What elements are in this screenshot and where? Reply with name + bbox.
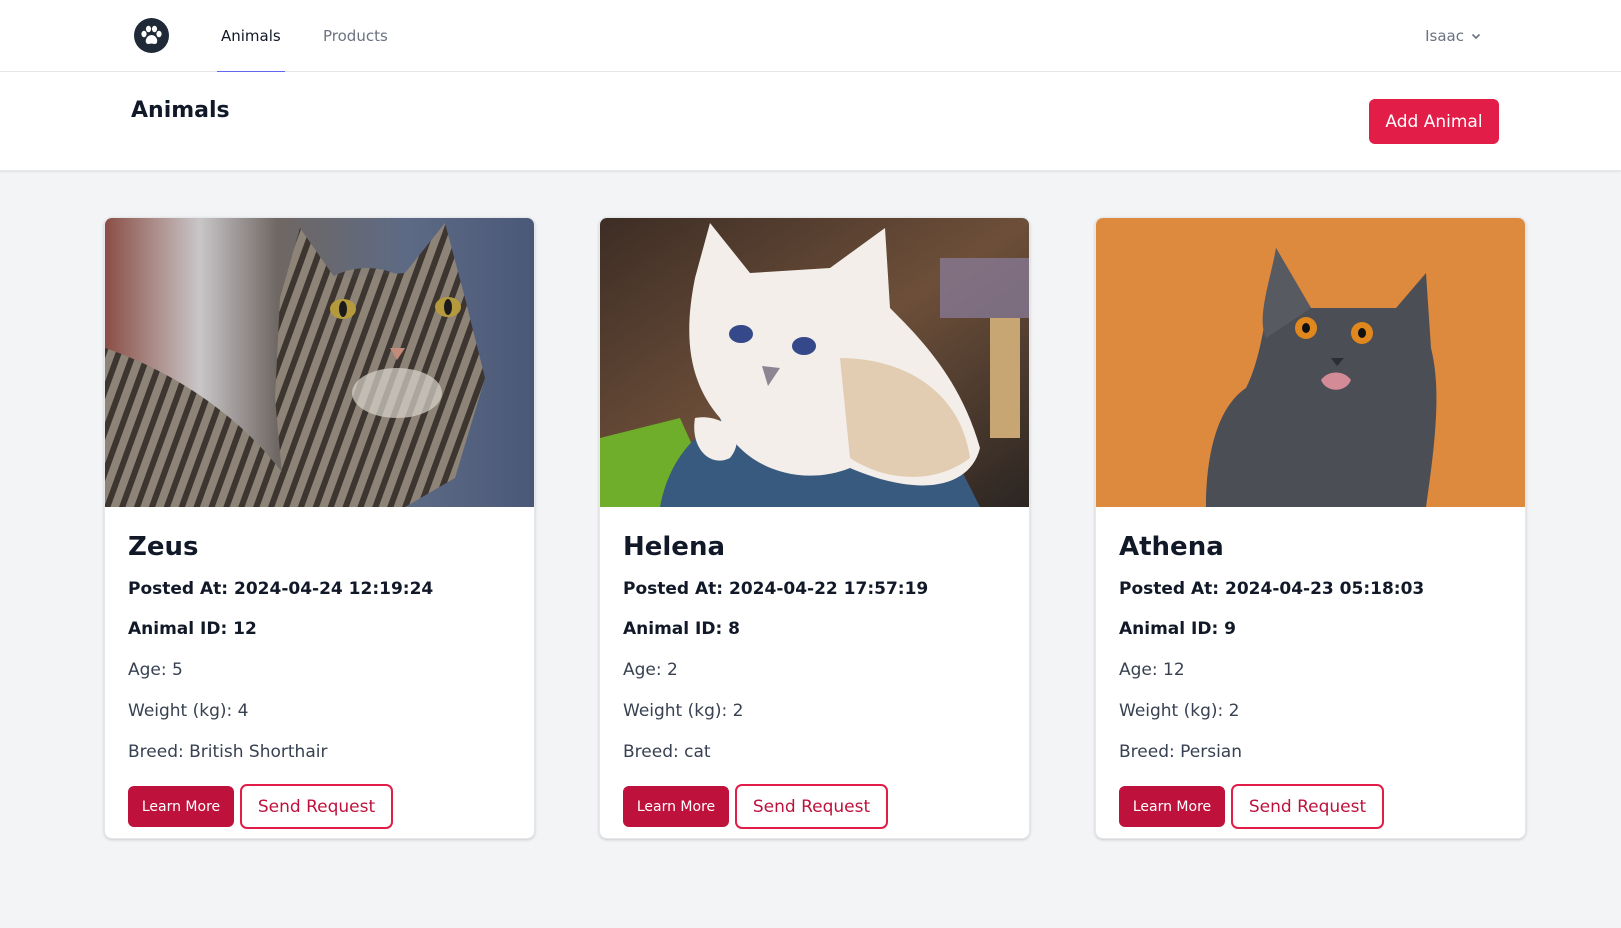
animal-photo [1096, 218, 1525, 507]
animal-weight: Weight (kg): 2 [1119, 701, 1240, 721]
animal-card: Athena Posted At: 2024-04-23 05:18:03 An… [1095, 217, 1526, 839]
learn-more-button[interactable]: Learn More [623, 786, 729, 827]
animal-age: Age: 2 [623, 660, 678, 680]
chevron-down-icon [1470, 30, 1482, 42]
animal-name: Helena [623, 532, 725, 562]
animal-id: Animal ID: 12 [128, 619, 257, 639]
page-title: Animals [131, 98, 230, 123]
user-name: Isaac [1425, 27, 1464, 45]
user-menu[interactable]: Isaac [1425, 0, 1482, 72]
animal-photo [105, 218, 534, 507]
animal-breed: Breed: cat [623, 742, 711, 762]
animal-photo [600, 218, 1029, 507]
add-animal-button[interactable]: Add Animal [1369, 99, 1499, 144]
page-header: Animals Add Animal [0, 72, 1621, 171]
animal-id: Animal ID: 9 [1119, 619, 1236, 639]
top-navbar: Animals Products Isaac [0, 0, 1621, 73]
paw-logo-icon[interactable] [134, 18, 169, 53]
animal-breed: Breed: British Shorthair [128, 742, 328, 762]
animal-weight: Weight (kg): 4 [128, 701, 249, 721]
animal-age: Age: 5 [128, 660, 183, 680]
animal-age: Age: 12 [1119, 660, 1185, 680]
learn-more-button[interactable]: Learn More [1119, 786, 1225, 827]
send-request-button[interactable]: Send Request [1231, 784, 1384, 829]
animal-card: Helena Posted At: 2024-04-22 17:57:19 An… [599, 217, 1030, 839]
animal-card: Zeus Posted At: 2024-04-24 12:19:24 Anim… [104, 217, 535, 839]
posted-at: Posted At: 2024-04-23 05:18:03 [1119, 579, 1425, 599]
posted-at: Posted At: 2024-04-24 12:19:24 [128, 579, 434, 599]
send-request-button[interactable]: Send Request [735, 784, 888, 829]
animal-name: Athena [1119, 532, 1224, 562]
animal-name: Zeus [128, 532, 199, 562]
send-request-button[interactable]: Send Request [240, 784, 393, 829]
tab-products[interactable]: Products [323, 0, 388, 72]
learn-more-button[interactable]: Learn More [128, 786, 234, 827]
animal-breed: Breed: Persian [1119, 742, 1242, 762]
animal-weight: Weight (kg): 2 [623, 701, 744, 721]
posted-at: Posted At: 2024-04-22 17:57:19 [623, 579, 929, 599]
tab-animals[interactable]: Animals [217, 0, 285, 73]
animal-id: Animal ID: 8 [623, 619, 740, 639]
